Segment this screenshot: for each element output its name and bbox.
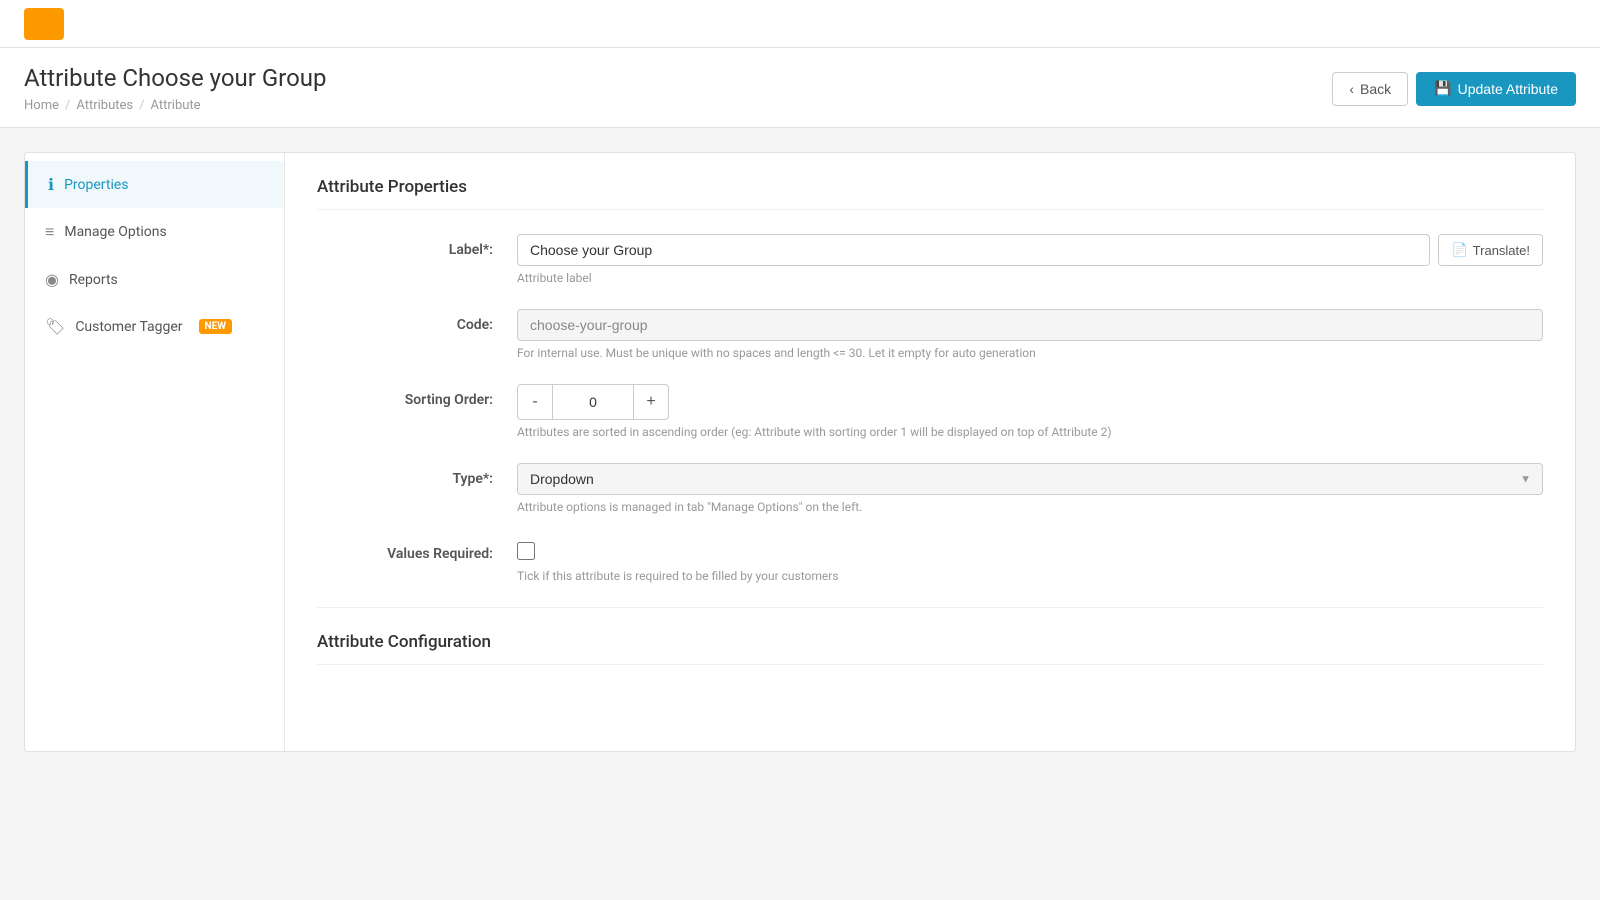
page-header: Attribute Choose your Group Home / Attri… <box>0 48 1600 128</box>
code-input <box>517 309 1543 341</box>
code-help: For internal use. Must be unique with no… <box>517 346 1543 360</box>
section-title: Attribute Properties <box>317 177 1543 210</box>
save-icon: 💾 <box>1434 80 1451 97</box>
breadcrumb-sep-2: / <box>139 98 144 113</box>
label-field-label: Label*: <box>317 234 517 258</box>
sidebar-item-properties[interactable]: ℹ Properties <box>25 161 284 208</box>
breadcrumb-sep-1: / <box>65 98 70 113</box>
type-help: Attribute options is managed in tab "Man… <box>517 500 1543 514</box>
sorting-controls: - + <box>517 384 1543 420</box>
sidebar: ℹ Properties ≡ Manage Options ◉ Reports … <box>25 153 285 751</box>
label-with-translate: 📄 Translate! <box>517 234 1543 266</box>
sidebar-label-reports: Reports <box>69 272 118 288</box>
update-label: Update Attribute <box>1458 81 1558 97</box>
type-field-label: Type*: <box>317 463 517 487</box>
page-title-area: Attribute Choose your Group Home / Attri… <box>24 64 326 113</box>
values-required-checkbox[interactable] <box>517 542 535 560</box>
sidebar-label-properties: Properties <box>64 177 128 193</box>
label-field-wrapper: 📄 Translate! Attribute label <box>517 234 1543 285</box>
translate-button[interactable]: 📄 Translate! <box>1438 234 1543 266</box>
values-required-row: Values Required: Tick if this attribute … <box>317 538 1543 583</box>
label-help: Attribute label <box>517 271 1543 285</box>
code-field-label: Code: <box>317 309 517 333</box>
breadcrumb-attribute[interactable]: Attribute <box>151 98 201 113</box>
sidebar-item-customer-tagger[interactable]: 🏷 Customer Tagger NEW <box>25 303 284 350</box>
translate-label: Translate! <box>1473 243 1530 258</box>
back-label: Back <box>1360 81 1391 97</box>
label-row: Label*: 📄 Translate! Attribute label <box>317 234 1543 285</box>
new-badge: NEW <box>199 319 232 334</box>
sorting-order-row: Sorting Order: - + Attributes are sorted… <box>317 384 1543 439</box>
type-row: Type*: Dropdown Text Text Area Date Bool… <box>317 463 1543 514</box>
values-required-label: Values Required: <box>317 538 517 562</box>
values-required-wrapper: Tick if this attribute is required to be… <box>517 538 1543 583</box>
header-buttons: ‹ Back 💾 Update Attribute <box>1332 72 1576 106</box>
info-icon: ℹ <box>48 175 54 194</box>
back-button[interactable]: ‹ Back <box>1332 72 1408 106</box>
breadcrumb-home[interactable]: Home <box>24 98 59 113</box>
code-field-wrapper: For internal use. Must be unique with no… <box>517 309 1543 360</box>
type-select-wrapper: Dropdown Text Text Area Date Boolean <box>517 463 1543 495</box>
values-required-help: Tick if this attribute is required to be… <box>517 569 1543 583</box>
breadcrumb-attributes[interactable]: Attributes <box>76 98 133 113</box>
logo-area <box>24 8 64 40</box>
translate-icon: 📄 <box>1451 242 1467 258</box>
sidebar-item-reports[interactable]: ◉ Reports <box>25 256 284 303</box>
sorting-order-label: Sorting Order: <box>317 384 517 408</box>
config-section-title: Attribute Configuration <box>317 632 1543 665</box>
decrement-button[interactable]: - <box>517 384 553 420</box>
sidebar-label-customer-tagger: Customer Tagger <box>75 319 182 335</box>
tag-icon: 🏷 <box>45 317 65 336</box>
reports-icon: ◉ <box>45 270 59 289</box>
update-attribute-button[interactable]: 💾 Update Attribute <box>1416 72 1576 106</box>
card: ℹ Properties ≡ Manage Options ◉ Reports … <box>24 152 1576 752</box>
sidebar-item-manage-options[interactable]: ≡ Manage Options <box>25 208 284 256</box>
page-title: Attribute Choose your Group <box>24 64 326 92</box>
top-bar <box>0 0 1600 48</box>
label-input[interactable] <box>517 234 1430 266</box>
type-field-wrapper: Dropdown Text Text Area Date Boolean Att… <box>517 463 1543 514</box>
logo-icon <box>24 8 64 40</box>
code-row: Code: For internal use. Must be unique w… <box>317 309 1543 360</box>
sidebar-label-manage-options: Manage Options <box>64 224 166 240</box>
sorting-order-input[interactable] <box>553 384 633 420</box>
sorting-order-wrapper: - + Attributes are sorted in ascending o… <box>517 384 1543 439</box>
section-divider <box>317 607 1543 608</box>
breadcrumb: Home / Attributes / Attribute <box>24 98 326 113</box>
list-icon: ≡ <box>45 222 54 242</box>
back-chevron-icon: ‹ <box>1349 81 1354 97</box>
type-select[interactable]: Dropdown Text Text Area Date Boolean <box>517 463 1543 495</box>
main-content: Attribute Properties Label*: 📄 Translate… <box>285 153 1575 751</box>
sorting-order-help: Attributes are sorted in ascending order… <box>517 425 1543 439</box>
increment-button[interactable]: + <box>633 384 669 420</box>
content-area: ℹ Properties ≡ Manage Options ◉ Reports … <box>0 128 1600 776</box>
